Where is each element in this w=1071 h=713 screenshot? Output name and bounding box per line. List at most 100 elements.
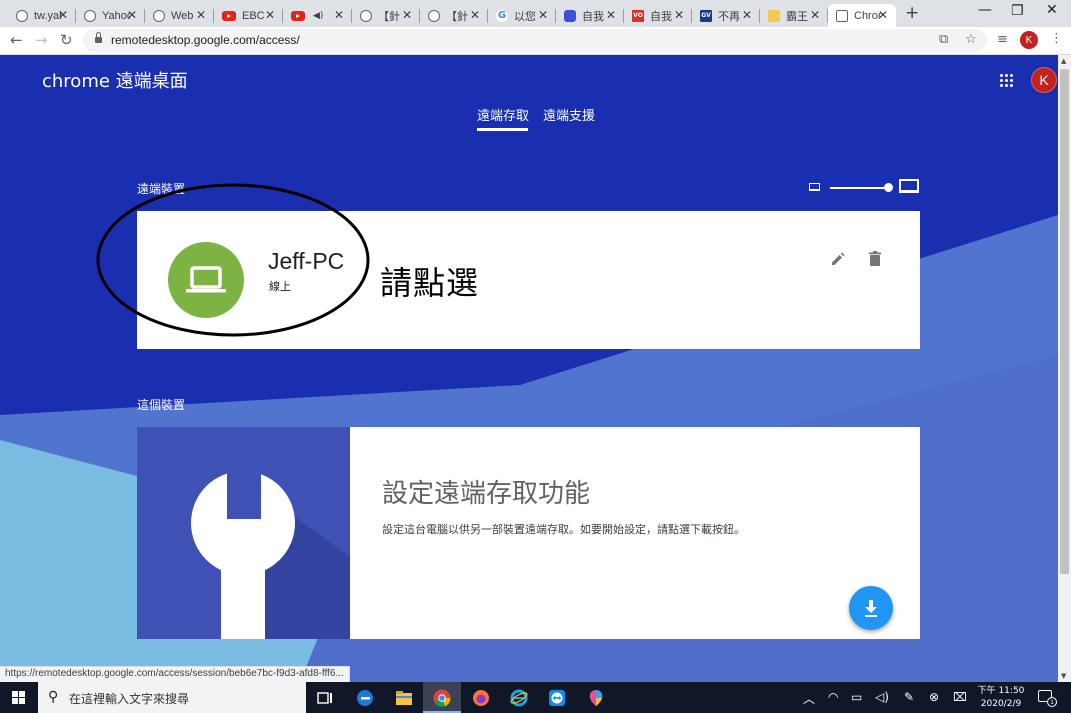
- scroll-thumb[interactable]: [1060, 69, 1069, 574]
- reload-icon[interactable]: ↻: [60, 31, 73, 49]
- browser-tab[interactable]: Yahoo ✕: [76, 4, 145, 27]
- scroll-down-icon[interactable]: ▼: [1061, 672, 1066, 680]
- tab-title: Web: [171, 9, 194, 22]
- restore-icon[interactable]: ❐: [1011, 3, 1024, 19]
- internet-explorer-icon[interactable]: [500, 682, 538, 713]
- gv-icon: GV: [700, 9, 712, 22]
- size-slider-handle[interactable]: [884, 183, 893, 192]
- browser-tab[interactable]: 自我 ✕: [556, 4, 624, 27]
- search-icon: ⚲: [48, 689, 59, 705]
- file-explorer-icon[interactable]: [385, 682, 423, 713]
- forward-icon[interactable]: →: [35, 31, 48, 49]
- chat-icon: [564, 9, 576, 22]
- url-text[interactable]: remotedesktop.google.com/access/: [111, 33, 300, 47]
- audio-playing-icon[interactable]: ◀): [313, 11, 323, 21]
- youtube-icon: [222, 10, 236, 21]
- close-circle-icon[interactable]: ⊗: [929, 690, 939, 704]
- globe-icon: [360, 9, 372, 22]
- volume-icon[interactable]: ◁): [875, 690, 889, 704]
- close-tab-icon[interactable]: ✕: [196, 8, 206, 22]
- small-size-icon: [809, 183, 820, 191]
- close-tab-icon[interactable]: ✕: [334, 8, 344, 22]
- apps-grid-icon[interactable]: [1000, 74, 1013, 87]
- menu-icon[interactable]: ⋮: [1050, 31, 1063, 46]
- tab-remote-support[interactable]: 遠端支援: [543, 105, 595, 124]
- app-title: chrome 遠端桌面: [42, 71, 188, 92]
- browser-tab-active[interactable]: Chrome ✕: [828, 4, 896, 27]
- browser-tab[interactable]: Web ✕: [145, 4, 214, 27]
- device-name[interactable]: Jeff-PC: [268, 248, 344, 275]
- lock-icon[interactable]: [95, 32, 102, 44]
- minimize-icon[interactable]: —: [978, 2, 992, 18]
- tab-title: Yahoo: [102, 9, 130, 22]
- setup-card: 設定遠端存取功能 設定這台電腦以供另一部裝置遠端存取。如要開始設定，請點選下載按…: [137, 427, 920, 639]
- tab-remote-access[interactable]: 遠端存取: [477, 105, 529, 124]
- close-tab-icon[interactable]: ✕: [674, 8, 684, 22]
- media-control-icon[interactable]: ≡: [997, 32, 1008, 47]
- windows-start-icon[interactable]: [12, 691, 25, 704]
- account-avatar[interactable]: K: [1031, 67, 1057, 93]
- edit-icon[interactable]: [830, 251, 846, 271]
- close-tab-icon[interactable]: ✕: [58, 8, 68, 22]
- large-size-icon: [899, 179, 919, 193]
- this-device-label: 這個裝置: [137, 398, 186, 412]
- browser-tab[interactable]: 【針 ✕: [352, 4, 420, 27]
- close-tab-icon[interactable]: ✕: [742, 8, 752, 22]
- size-slider-track[interactable]: [830, 187, 888, 189]
- scroll-up-icon[interactable]: ▲: [1061, 57, 1066, 65]
- browser-tab[interactable]: ◀) ✕: [283, 4, 352, 27]
- download-icon: [865, 600, 877, 617]
- close-tab-icon[interactable]: ✕: [538, 8, 548, 22]
- browser-tab[interactable]: G 以您 ✕: [488, 4, 556, 27]
- battery-icon[interactable]: ▭: [851, 690, 862, 704]
- address-bar[interactable]: remotedesktop.google.com/access/ ⧉ ☆: [83, 29, 987, 52]
- browser-tab[interactable]: VO 自我 ✕: [624, 4, 692, 27]
- paint-3d-icon[interactable]: [577, 682, 615, 713]
- close-tab-icon[interactable]: ✕: [810, 8, 820, 22]
- taskbar-clock[interactable]: 下午 11:50 2020/2/9: [972, 685, 1030, 711]
- notification-count: 1: [1047, 697, 1057, 707]
- ime-icon[interactable]: ⌧: [953, 690, 967, 704]
- google-icon: G: [496, 9, 508, 22]
- close-tab-icon[interactable]: ✕: [878, 8, 888, 22]
- chrome-taskbar-icon[interactable]: [423, 682, 461, 713]
- search-placeholder[interactable]: 在這裡輸入文字來搜尋: [69, 690, 189, 707]
- open-in-app-icon[interactable]: ⧉: [939, 32, 948, 47]
- browser-tab[interactable]: GV 不再 ✕: [692, 4, 760, 27]
- vo-icon: VO: [632, 9, 644, 22]
- new-tab-icon[interactable]: +: [905, 3, 919, 23]
- page-scrollbar[interactable]: ▲ ▼: [1058, 55, 1071, 682]
- setup-title: 設定遠端存取功能: [382, 479, 591, 509]
- wifi-icon[interactable]: ◠: [828, 690, 838, 704]
- clock-time: 下午 11:50: [977, 686, 1025, 696]
- browser-tab[interactable]: 【針 ✕: [420, 4, 488, 27]
- taskbar-search-box[interactable]: ⚲ 在這裡輸入文字來搜尋: [38, 682, 306, 713]
- clock-date: 2020/2/9: [980, 699, 1022, 709]
- task-view-icon[interactable]: [306, 682, 344, 713]
- back-icon[interactable]: ←: [10, 31, 23, 49]
- browser-tab[interactable]: 霸王 ✕: [760, 4, 828, 27]
- close-window-icon[interactable]: ✕: [1046, 2, 1058, 18]
- windows-taskbar: ⚲ 在這裡輸入文字來搜尋 ︿ ◠ ▭ ◁) ✎ ⊗ ⌧ 下午 11:50 202…: [0, 682, 1071, 713]
- close-tab-icon[interactable]: ✕: [402, 8, 412, 22]
- browser-tab[interactable]: EBC ✕: [214, 4, 283, 27]
- page-content: chrome 遠端桌面 K 遠端存取 遠端支援 遠端裝置 Jeff-PC 線上 …: [0, 55, 1058, 682]
- close-tab-icon[interactable]: ✕: [606, 8, 616, 22]
- close-tab-icon[interactable]: ✕: [470, 8, 480, 22]
- pen-icon[interactable]: ✎: [904, 690, 914, 704]
- close-tab-icon[interactable]: ✕: [127, 8, 137, 22]
- profile-avatar[interactable]: K: [1020, 31, 1038, 49]
- globe-icon: [16, 9, 28, 22]
- browser-tab[interactable]: tw.yahoo ✕: [8, 4, 76, 27]
- close-tab-icon[interactable]: ✕: [265, 8, 275, 22]
- globe-icon: [428, 9, 440, 22]
- download-button[interactable]: [849, 586, 893, 630]
- firefox-icon[interactable]: [462, 682, 500, 713]
- device-card[interactable]: Jeff-PC 線上: [137, 211, 920, 349]
- notification-center-icon[interactable]: 1: [1038, 690, 1057, 707]
- delete-icon[interactable]: [868, 251, 882, 271]
- bookmark-star-icon[interactable]: ☆: [965, 32, 977, 47]
- edge-icon[interactable]: [346, 682, 384, 713]
- show-hidden-icons[interactable]: ︿: [803, 690, 815, 707]
- teamviewer-icon[interactable]: [538, 682, 576, 713]
